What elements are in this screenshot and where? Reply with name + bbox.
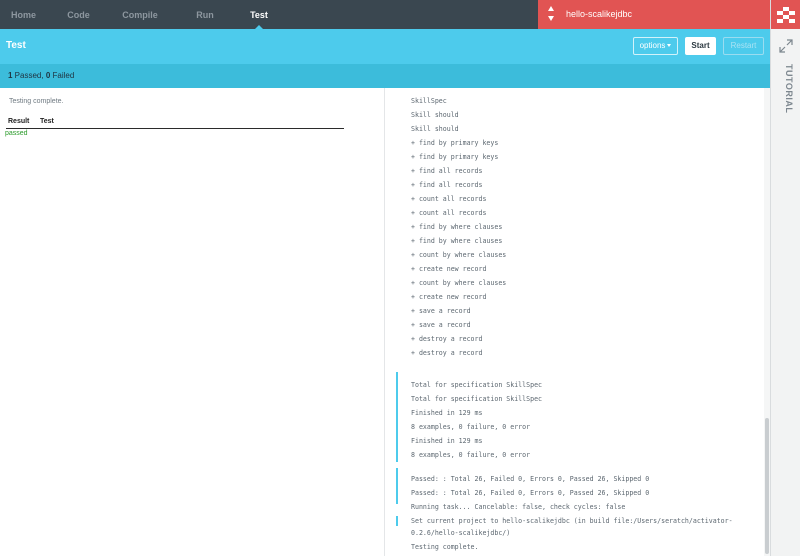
results-table: Result Test passed — [5, 118, 344, 139]
nav-test[interactable]: Test — [240, 0, 278, 30]
options-label: options — [639, 41, 666, 50]
console-line: Finished in 129 ms — [411, 409, 483, 417]
console-output: SkillSpec Skill should Skill should + find … — [385, 88, 770, 556]
result-status: passed — [5, 130, 28, 137]
console-line: Finished in 129 ms — [411, 437, 483, 445]
nav-compile[interactable]: Compile — [110, 0, 170, 29]
console-line: + find by primary keys — [411, 153, 499, 161]
tutorial-tab[interactable]: TUTORIAL — [778, 64, 794, 124]
console-line: Total for specification SkillSpec — [411, 395, 543, 403]
test-status-bar: 1 Passed, 0 Failed — [0, 64, 770, 88]
activator-logo-icon — [777, 7, 795, 23]
console-line: + create new record — [411, 293, 487, 301]
nav-run[interactable]: Run — [170, 0, 240, 29]
up-down-arrows-icon — [548, 6, 556, 23]
console-line: + find all records — [411, 181, 483, 189]
console-block-marker — [396, 372, 398, 462]
page-header: Test options Start Restart — [0, 29, 770, 64]
console-line: Passed: : Total 26, Failed 0, Errors 0, … — [411, 475, 650, 483]
console-line: Testing complete. — [411, 543, 479, 551]
console-block-marker — [396, 468, 398, 504]
options-button[interactable]: options — [633, 37, 678, 55]
failed-label: Failed — [50, 71, 75, 80]
console-line: + create new record — [411, 265, 487, 273]
console-line: Skill should — [411, 111, 459, 119]
start-button[interactable]: Start — [685, 37, 716, 55]
console-line: + save a record — [411, 307, 471, 315]
console-line: + save a record — [411, 321, 471, 329]
console-line: + count by where clauses — [411, 251, 507, 259]
project-selector[interactable]: hello-scalikejdbc — [538, 0, 770, 29]
passed-label: Passed, — [12, 71, 46, 80]
page-title: Test — [6, 40, 26, 51]
results-table-header: Result Test — [6, 118, 344, 129]
console-block-marker — [396, 516, 398, 526]
console-line: Total for specification SkillSpec — [411, 381, 543, 389]
nav-test-label: Test — [250, 10, 268, 20]
console-line: + count by where clauses — [411, 279, 507, 287]
console-line: + count all records — [411, 195, 487, 203]
expand-icon[interactable] — [779, 39, 793, 53]
console-line: Skill should — [411, 125, 459, 133]
console-line: + destroy a record — [411, 335, 483, 343]
nav-code[interactable]: Code — [47, 0, 110, 29]
console-line: Passed: : Total 26, Failed 0, Errors 0, … — [411, 489, 650, 497]
chevron-down-icon — [667, 44, 672, 48]
column-test: Test — [40, 118, 54, 125]
nav-home[interactable]: Home — [0, 0, 47, 29]
console-line: Running task... Cancelable: false, check… — [411, 503, 626, 511]
restart-button[interactable]: Restart — [723, 37, 764, 55]
activator-logo[interactable] — [771, 0, 800, 29]
console-line: 0.2.6/hello-scalikejdbc/) — [411, 529, 511, 537]
right-sidebar: TUTORIAL — [770, 0, 800, 556]
console-line: + find by where clauses — [411, 223, 503, 231]
console-line: 8 examples, 0 failure, 0 error — [411, 423, 531, 431]
console-line: + find by where clauses — [411, 237, 503, 245]
console-line: + find by primary keys — [411, 139, 499, 147]
console-line: + destroy a record — [411, 349, 483, 357]
results-panel: Testing complete. Result Test passed — [0, 88, 384, 556]
console-scrollbar-thumb[interactable] — [765, 418, 769, 554]
top-nav-bar: Home Code Compile Run Test hello-scalike… — [0, 0, 770, 30]
console-line: 8 examples, 0 failure, 0 error — [411, 451, 531, 459]
column-result: Result — [8, 118, 30, 125]
console-line: + find all records — [411, 167, 483, 175]
main-nav: Home Code Compile Run Test — [0, 0, 278, 30]
table-row: passed — [5, 129, 344, 139]
test-summary: 1 Passed, 0 Failed — [8, 64, 74, 88]
console-line: SkillSpec — [411, 97, 447, 105]
console-line: Set current project to hello-scalikejdbc… — [411, 517, 733, 525]
console-line: + count all records — [411, 209, 487, 217]
project-name: hello-scalikejdbc — [566, 9, 633, 19]
results-message: Testing complete. — [9, 98, 64, 105]
